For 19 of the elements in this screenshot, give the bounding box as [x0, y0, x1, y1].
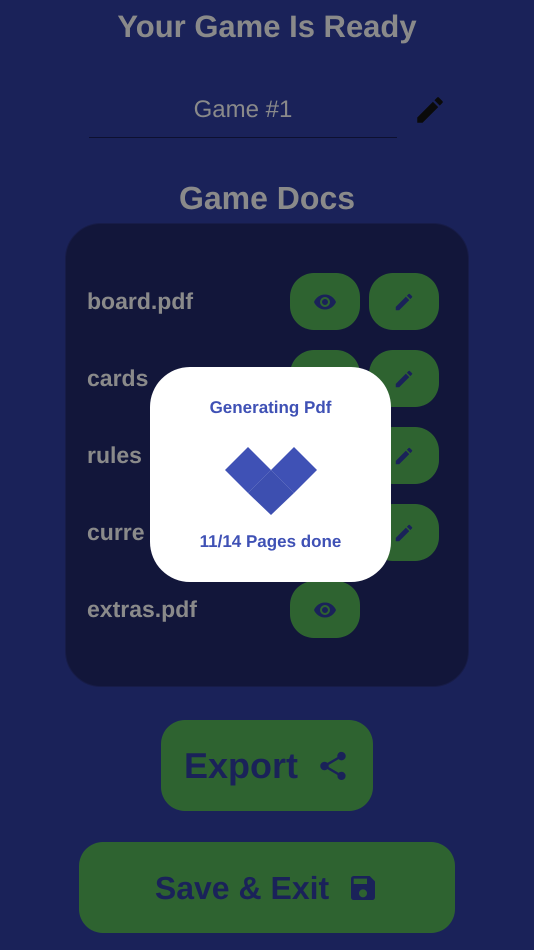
save-exit-button[interactable]: Save & Exit — [79, 842, 455, 933]
view-button[interactable] — [290, 581, 360, 638]
dialog-title: Generating Pdf — [210, 397, 332, 419]
export-button[interactable]: Export — [161, 720, 373, 811]
pencil-icon — [393, 290, 415, 312]
file-name: extras.pdf — [87, 595, 197, 624]
pencil-icon — [393, 444, 415, 466]
pencil-icon — [393, 522, 415, 544]
page-title: Your Game Is Ready — [117, 8, 417, 46]
loading-icon — [224, 446, 316, 514]
game-name-field[interactable]: Game #1 — [89, 82, 397, 138]
file-name: cards — [87, 364, 148, 394]
file-name: rules — [87, 441, 142, 470]
progress-text: 11/14 Pages done — [200, 530, 342, 553]
file-name: curre — [87, 518, 145, 548]
pencil-icon — [393, 368, 415, 390]
view-button[interactable] — [290, 273, 360, 330]
file-name: board.pdf — [87, 287, 194, 316]
section-heading: Game Docs — [178, 179, 356, 218]
